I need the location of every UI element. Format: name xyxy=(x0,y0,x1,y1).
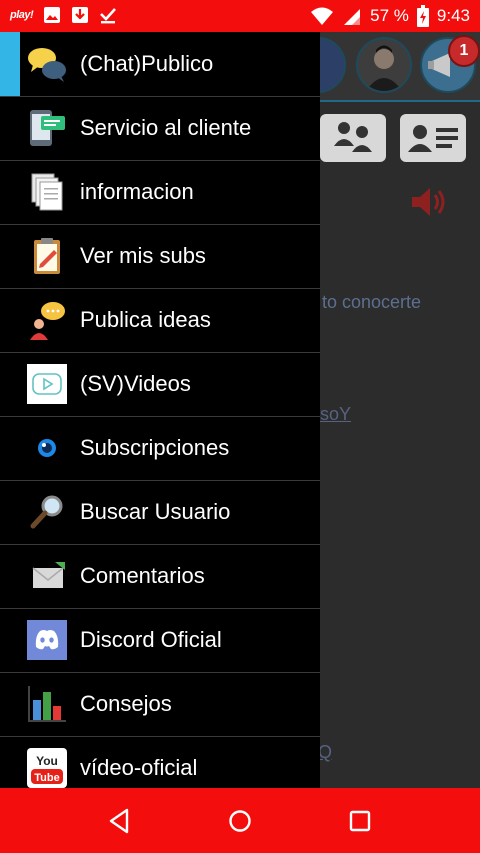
drawer-item-label: informacion xyxy=(80,179,194,204)
drawer-item-label: (SV)Videos xyxy=(80,371,191,396)
video-play-icon xyxy=(27,364,67,404)
back-button[interactable] xyxy=(105,806,135,836)
documents-icon xyxy=(31,173,63,211)
drawer-item-label: Buscar Usuario xyxy=(80,499,231,524)
recents-button[interactable] xyxy=(345,806,375,836)
signal-icon xyxy=(344,9,361,25)
contact-card-button[interactable] xyxy=(400,114,466,162)
image-icon xyxy=(44,7,61,23)
drawer-item-label: Servicio al cliente xyxy=(80,115,252,140)
notification-badge: 1 xyxy=(448,35,480,67)
wifi-icon xyxy=(311,7,334,25)
drawer-item-servicio-cliente[interactable]: Servicio al cliente xyxy=(0,96,320,161)
system-navigation-bar xyxy=(0,788,480,853)
drawer-item-video-oficial[interactable]: You Tube vídeo-oficial xyxy=(0,736,320,788)
drawer-item-publica-ideas[interactable]: Publica ideas xyxy=(0,288,320,353)
drawer-item-informacion[interactable]: informacion xyxy=(0,160,320,225)
drawer-item-label: Publica ideas xyxy=(80,307,211,332)
background-link[interactable]: soY xyxy=(320,404,351,425)
phone-message-icon xyxy=(30,110,65,146)
background-link-2[interactable]: Q xyxy=(318,742,332,763)
drawer-item-sv-videos[interactable]: (SV)Videos xyxy=(0,352,320,417)
system-icons: 57 % 9:43 xyxy=(310,5,470,27)
group-button[interactable] xyxy=(320,114,386,162)
home-button[interactable] xyxy=(225,806,255,836)
drawer-item-discord-oficial[interactable]: Discord Oficial xyxy=(0,608,320,673)
notification-icons: play! xyxy=(10,6,117,24)
envelope-icon xyxy=(32,562,65,588)
status-bar: play! 57 % 9:43 xyxy=(0,0,480,32)
drawer-item-label: Subscripciones xyxy=(80,435,230,460)
person-idea-icon xyxy=(30,302,65,340)
youtube-you-text: You xyxy=(36,754,58,768)
drawer-item-label: Ver mis subs xyxy=(80,243,206,268)
eye-icon xyxy=(38,439,56,457)
drawer-item-chat-publico[interactable]: (Chat)Publico xyxy=(0,32,320,97)
contact-card-icon xyxy=(408,125,458,152)
clock: 9:43 xyxy=(436,6,470,25)
drawer-item-label: Discord Oficial xyxy=(80,627,222,652)
drawer-item-comentarios[interactable]: Comentarios xyxy=(0,544,320,609)
drawer-item-label: vídeo-oficial xyxy=(80,755,198,780)
drawer-item-label: Consejos xyxy=(80,691,172,716)
battery-percent: 57 % xyxy=(370,6,409,25)
bar-chart-icon xyxy=(28,686,66,722)
user-avatar[interactable] xyxy=(356,37,412,93)
drawer-item-consejos[interactable]: Consejos xyxy=(0,672,320,737)
speaker-icon[interactable] xyxy=(410,186,448,218)
chat-bubbles-icon xyxy=(28,48,66,82)
clipboard-icon xyxy=(34,238,60,274)
drawer-item-subscripciones[interactable]: Subscripciones xyxy=(0,416,320,481)
magnifier-icon xyxy=(30,495,63,529)
play-store-notification-icon: play! xyxy=(10,9,34,21)
profile-photo-icon xyxy=(366,45,402,91)
battery-charging-icon xyxy=(416,5,429,27)
download-icon xyxy=(72,7,89,23)
drawer-item-label: Comentarios xyxy=(80,563,205,588)
task-done-icon xyxy=(100,8,117,24)
background-snippet: to conocerte xyxy=(322,292,422,312)
group-icon xyxy=(334,122,372,152)
active-indicator xyxy=(0,32,20,96)
drawer-item-label: (Chat)Publico xyxy=(80,51,214,76)
youtube-icon: You Tube xyxy=(27,748,67,788)
navigation-drawer: (Chat)Publico Servicio al cliente inform… xyxy=(0,32,320,788)
discord-icon xyxy=(27,620,67,660)
drawer-item-ver-mis-subs[interactable]: Ver mis subs xyxy=(0,224,320,289)
youtube-tube-text: Tube xyxy=(34,772,59,784)
drawer-item-buscar-usuario[interactable]: Buscar Usuario xyxy=(0,480,320,545)
